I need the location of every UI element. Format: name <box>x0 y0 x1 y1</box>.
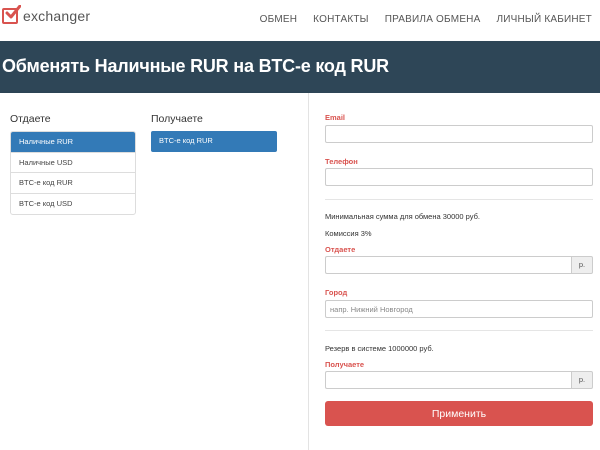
receive-column: Получаете BTC-e код RUR <box>151 113 277 152</box>
min-amount-text: Минимальная сумма для обмена 30000 руб. <box>325 212 480 221</box>
give-currency-addon: р. <box>571 256 593 274</box>
page-title: Обменять Наличные RUR на BTC-e код RUR <box>2 56 389 76</box>
apply-button[interactable]: Применить <box>325 401 593 426</box>
exchange-form: Email Телефон Минимальная сумма для обме… <box>309 93 600 450</box>
give-item-cash-usd[interactable]: Наличные USD <box>11 153 135 173</box>
site-logo[interactable]: exchanger <box>2 5 91 24</box>
fee-text: Комиссия 3% <box>325 229 372 238</box>
nav-link-exchange[interactable]: ОБМЕН <box>260 14 298 25</box>
city-label: Город <box>325 288 348 297</box>
checkbox-check-icon <box>2 5 21 24</box>
nav-link-account[interactable]: ЛИЧНЫЙ КАБИНЕТ <box>496 14 592 25</box>
title-band: Обменять Наличные RUR на BTC-e код RUR <box>0 41 600 93</box>
give-amount-group: р. <box>325 256 593 274</box>
give-item-btce-usd[interactable]: BTC-e код USD <box>11 194 135 215</box>
receive-amount-field[interactable] <box>325 371 571 389</box>
give-item-cash-rur[interactable]: Наличные RUR <box>11 132 135 153</box>
give-amount-field[interactable] <box>325 256 571 274</box>
receive-currency-list: BTC-e код RUR <box>151 131 277 152</box>
divider <box>325 199 593 200</box>
phone-field[interactable] <box>325 168 593 186</box>
receive-currency-addon: р. <box>571 371 593 389</box>
nav-link-contacts[interactable]: КОНТАКТЫ <box>313 14 369 25</box>
top-navbar: exchanger ОБМЕН КОНТАКТЫ ПРАВИЛА ОБМЕНА … <box>0 0 600 41</box>
give-column: Отдаете Наличные RUR Наличные USD BTC-e … <box>10 113 136 215</box>
receive-heading: Получаете <box>151 113 203 125</box>
receive-item-btce-rur[interactable]: BTC-e код RUR <box>151 131 277 152</box>
email-field[interactable] <box>325 125 593 143</box>
give-amount-label: Отдаете <box>325 245 356 254</box>
receive-amount-label: Получаете <box>325 360 365 369</box>
currency-selection-panel: Отдаете Наличные RUR Наличные USD BTC-e … <box>0 93 309 450</box>
divider <box>325 330 593 331</box>
give-currency-list: Наличные RUR Наличные USD BTC-e код RUR … <box>10 131 136 215</box>
phone-label: Телефон <box>325 157 358 166</box>
give-heading: Отдаете <box>10 113 51 125</box>
receive-amount-group: р. <box>325 371 593 389</box>
nav-link-rules[interactable]: ПРАВИЛА ОБМЕНА <box>385 14 481 25</box>
city-field[interactable] <box>325 300 593 318</box>
logo-text: exchanger <box>23 8 91 24</box>
main-nav: ОБМЕН КОНТАКТЫ ПРАВИЛА ОБМЕНА ЛИЧНЫЙ КАБ… <box>244 14 592 25</box>
give-item-btce-rur[interactable]: BTC-e код RUR <box>11 173 135 194</box>
reserve-text: Резерв в системе 1000000 руб. <box>325 344 434 353</box>
email-label: Email <box>325 113 346 122</box>
